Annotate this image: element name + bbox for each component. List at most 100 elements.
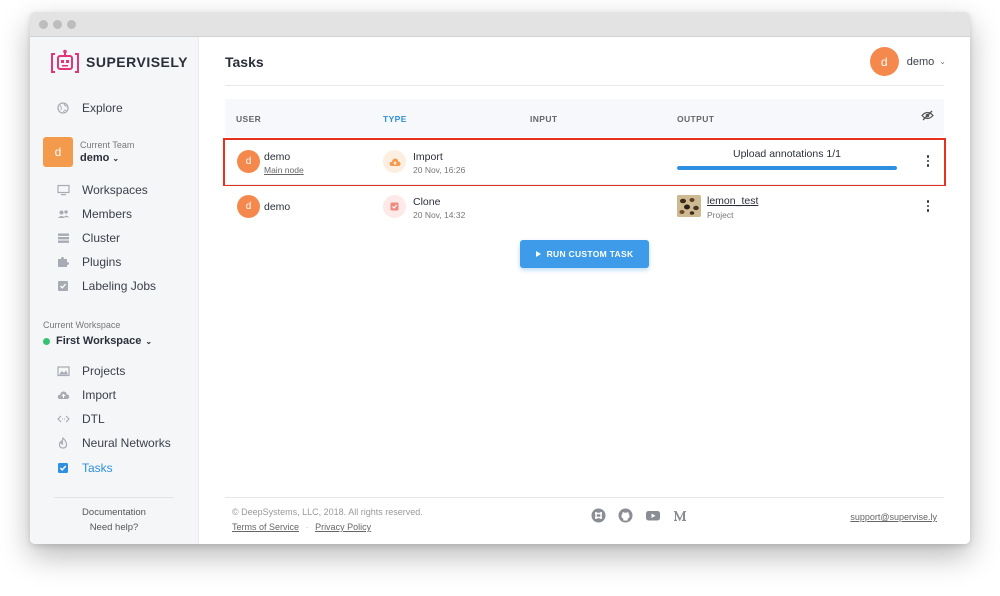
sidebar-item-neural-networks[interactable]: Neural Networks	[56, 436, 171, 450]
project-thumbnail	[677, 195, 701, 217]
robot-logo-icon	[51, 49, 79, 73]
puzzle-icon	[56, 255, 70, 269]
social-links	[591, 508, 687, 528]
import-type-icon	[383, 150, 406, 173]
column-header-output[interactable]: OUTPUT	[677, 114, 714, 124]
privacy-link[interactable]: Privacy Policy	[315, 522, 371, 532]
sidebar-item-label: Explore	[82, 101, 123, 115]
window-maximize-dot[interactable]	[67, 20, 76, 29]
progress-fill	[677, 166, 897, 170]
play-icon	[535, 251, 541, 257]
online-status-dot	[43, 337, 50, 345]
sidebar-item-plugins[interactable]: Plugins	[56, 255, 121, 269]
output-project-link[interactable]: lemon_test	[707, 195, 758, 207]
team-avatar: d	[43, 137, 73, 167]
column-header-type[interactable]: TYPE	[383, 114, 407, 124]
terms-link[interactable]: Terms of Service	[232, 522, 299, 532]
row-user: demo	[264, 151, 291, 163]
sidebar-item-workspaces[interactable]: Workspaces	[56, 183, 148, 197]
help-link[interactable]: Need help?	[30, 522, 198, 533]
sidebar-divider	[54, 497, 174, 498]
user-name: demo	[906, 55, 935, 68]
checkbox-icon	[56, 279, 70, 293]
sidebar-item-import[interactable]: Import	[56, 388, 116, 402]
workspace-selector[interactable]: First Workspace ⌄	[43, 335, 152, 347]
more-options-icon[interactable]	[926, 200, 930, 212]
avatar: d	[869, 47, 899, 76]
sidebar-item-label: Labeling Jobs	[82, 279, 157, 293]
tasks-checkbox-icon	[56, 461, 70, 475]
row-type: Import	[413, 151, 443, 163]
sidebar-item-members[interactable]: Members	[56, 207, 132, 221]
chevron-down-icon: ⌄	[145, 336, 153, 346]
header-divider	[225, 85, 944, 86]
sidebar-item-label: DTL	[82, 412, 105, 426]
avatar: d	[237, 195, 260, 218]
flame-icon	[56, 436, 70, 450]
copyright: © DeepSystems, LLC, 2018. All rights res…	[232, 507, 423, 517]
progress-bar	[677, 166, 897, 170]
window-close-dot[interactable]	[39, 20, 48, 29]
window-minimize-dot[interactable]	[53, 20, 62, 29]
images-icon	[56, 364, 70, 378]
github-icon[interactable]	[618, 508, 633, 528]
output-type: Project	[707, 210, 734, 220]
row-date: 20 Nov, 16:26	[413, 165, 466, 175]
footer-divider	[225, 497, 944, 498]
youtube-icon[interactable]	[645, 509, 661, 527]
support-email-link[interactable]: support@supervise.ly	[850, 512, 937, 522]
table-row[interactable]: d demo Clone 20 Nov, 14:32 lemon_test Pr…	[225, 185, 944, 229]
main-content: Tasks d demo ⌄ USER TYPE INPUT OUTPUT d …	[199, 37, 970, 544]
avatar: d	[237, 150, 260, 173]
chevron-down-icon: ⌄	[112, 154, 120, 163]
sidebar-item-label: Tasks	[82, 461, 113, 475]
page-title: Tasks	[225, 54, 264, 70]
brand-logo[interactable]: SUPERVISELY	[50, 49, 188, 75]
sidebar-item-labeling-jobs[interactable]: Labeling Jobs	[56, 279, 156, 293]
link-separator: ·	[305, 522, 309, 532]
monitor-icon	[56, 183, 70, 197]
row-date: 20 Nov, 14:32	[413, 210, 466, 220]
user-menu[interactable]: d demo ⌄	[869, 47, 946, 76]
cluster-icon	[56, 231, 70, 245]
globe-icon	[56, 101, 70, 115]
workspace-label: Current Workspace	[43, 320, 121, 330]
run-button-label: RUN CUSTOM TASK	[546, 249, 634, 259]
sidebar-item-cluster[interactable]: Cluster	[56, 231, 120, 245]
sidebar-item-explore[interactable]: Explore	[56, 101, 123, 115]
chevron-down-icon: ⌄	[939, 57, 946, 66]
team-selector[interactable]: demo ⌄	[80, 152, 134, 164]
sidebar-item-label: Neural Networks	[82, 436, 171, 450]
column-header-user[interactable]: USER	[236, 114, 261, 124]
sidebar-item-label: Cluster	[82, 231, 121, 245]
cloud-upload-icon	[56, 388, 70, 402]
code-icon	[56, 412, 70, 426]
row-user: demo	[264, 201, 291, 213]
progress-label: Upload annotations 1/1	[733, 148, 841, 160]
current-team[interactable]: d Current Team demo ⌄	[43, 137, 134, 167]
run-custom-task-button[interactable]: RUN CUSTOM TASK	[520, 240, 649, 268]
sidebar-item-projects[interactable]: Projects	[56, 364, 125, 378]
medium-icon[interactable]	[673, 509, 687, 527]
row-node-link[interactable]: Main node	[264, 165, 304, 175]
sidebar-item-label: Workspaces	[82, 183, 148, 197]
eye-slash-icon[interactable]	[921, 108, 934, 126]
more-options-icon[interactable]	[926, 155, 930, 167]
slack-icon[interactable]	[591, 508, 606, 528]
window-titlebar	[30, 12, 970, 37]
clone-type-icon	[383, 195, 406, 218]
app-window: SUPERVISELY Explore d Current Team demo …	[30, 12, 970, 544]
table-row[interactable]: d demo Main node Import 20 Nov, 16:26 Up…	[223, 138, 946, 186]
documentation-link[interactable]: Documentation	[30, 507, 198, 518]
sidebar-item-label: Members	[82, 207, 133, 221]
row-type: Clone	[413, 196, 441, 208]
sidebar-item-label: Import	[82, 388, 117, 402]
column-header-input[interactable]: INPUT	[530, 114, 558, 124]
footer-links: Terms of Service · Privacy Policy	[232, 522, 371, 532]
sidebar-item-tasks[interactable]: Tasks	[56, 461, 113, 475]
team-name: demo	[80, 152, 110, 164]
sidebar-item-dtl[interactable]: DTL	[56, 412, 105, 426]
members-icon	[56, 207, 70, 221]
sidebar: SUPERVISELY Explore d Current Team demo …	[30, 37, 199, 544]
sidebar-item-label: Projects	[82, 364, 126, 378]
